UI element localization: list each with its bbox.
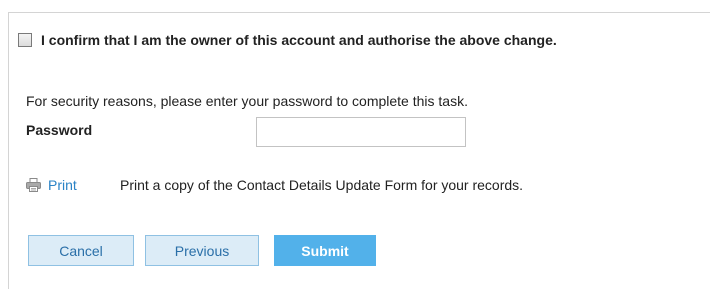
confirm-row: I confirm that I am the owner of this ac… [18,32,557,48]
print-link[interactable]: Print [48,177,77,193]
confirm-checkbox[interactable] [18,33,32,47]
submit-button[interactable]: Submit [274,235,376,266]
confirm-label: I confirm that I am the owner of this ac… [41,32,557,48]
print-description: Print a copy of the Contact Details Upda… [120,177,524,193]
security-instruction: For security reasons, please enter your … [26,93,468,109]
cancel-button[interactable]: Cancel [28,235,134,266]
print-row: Print [26,177,77,193]
printer-icon [26,178,41,192]
previous-button[interactable]: Previous [145,235,259,266]
password-label: Password [26,122,93,138]
password-input[interactable] [256,117,466,147]
